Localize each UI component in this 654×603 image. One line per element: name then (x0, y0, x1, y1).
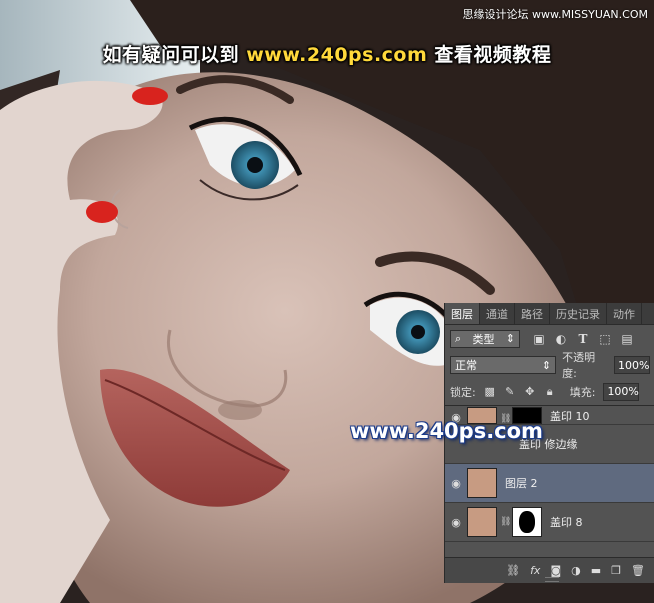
layer-name: 盖印 10 (550, 410, 590, 423)
visibility-icon[interactable]: ◉ (445, 477, 467, 490)
lock-label: 锁定: (450, 385, 476, 399)
fx-icon[interactable]: fx (530, 564, 540, 577)
chevron-updown-icon: ⇕ (541, 358, 552, 372)
tab-paths[interactable]: 路径 (515, 303, 550, 324)
opacity-label: 不透明度: (562, 351, 596, 380)
lock-all-icon[interactable]: 🔒︎ (544, 385, 556, 399)
visibility-icon[interactable]: ◉ (445, 516, 467, 529)
filter-icons: ▣ ◐ T ⬚ ▤ (532, 332, 634, 346)
lock-brush-icon[interactable]: ✎ (504, 385, 516, 398)
layers-panel: 图层 通道 路径 历史记录 动作 ⌕ 类型 ⇕ ▣ ◐ T ⬚ ▤ 正常 ⇕ 不… (444, 303, 654, 583)
link-layers-icon[interactable]: ⛓ (506, 564, 520, 577)
tab-actions[interactable]: 动作 (607, 303, 642, 324)
banner-suffix: 查看视频教程 (434, 44, 552, 66)
delete-layer-icon[interactable]: 🗑︎ (631, 564, 645, 577)
blend-mode-value: 正常 (455, 359, 477, 372)
layers-bottom-bar: ⛓ fx ◙ ◑ ▬ ❐ 🗑︎ (445, 557, 654, 583)
layer-thumbnail (467, 468, 497, 498)
filter-kind-select[interactable]: ⌕ 类型 ⇕ (450, 329, 520, 348)
lock-row: 锁定: ▩ ✎ ✥ 🔒︎ 填充: 100% (445, 378, 654, 406)
opacity-input[interactable]: 100% (614, 356, 650, 374)
banner-url: www.240ps.com (246, 44, 428, 66)
blend-mode-select[interactable]: 正常 ⇕ (450, 356, 557, 374)
new-group-icon[interactable]: ▬ (591, 564, 601, 577)
layer-row[interactable]: ◉ 图层 2 (445, 464, 654, 503)
tab-layers[interactable]: 图层 (445, 303, 480, 324)
center-watermark: www.240ps.com (350, 419, 543, 443)
banner-prefix: 如有疑问可以到 (102, 44, 240, 66)
new-adjustment-icon[interactable]: ◑ (571, 564, 581, 577)
layer-thumbnail (467, 507, 497, 537)
lock-transparent-icon[interactable]: ▩ (484, 385, 496, 398)
filter-row: ⌕ 类型 ⇕ ▣ ◐ T ⬚ ▤ (445, 325, 654, 352)
add-mask-icon[interactable]: ◙ (550, 564, 561, 577)
blend-row: 正常 ⇕ 不透明度: 100% (445, 351, 654, 380)
smart-object-filter-icon[interactable]: ▤ (620, 332, 634, 346)
layer-row[interactable]: ◉ ⛓ 盖印 8 (445, 503, 654, 542)
type-filter-icon[interactable]: T (576, 332, 590, 346)
layer-name: 盖印 8 (550, 516, 583, 529)
chevron-updown-icon: ⇕ (505, 332, 515, 345)
resize-grip[interactable] (545, 577, 559, 582)
tab-history[interactable]: 历史记录 (550, 303, 607, 324)
fill-input[interactable]: 100% (603, 382, 640, 401)
adjustment-filter-icon[interactable]: ◐ (554, 332, 568, 346)
link-icon: ⛓ (500, 517, 512, 527)
image-filter-icon[interactable]: ▣ (532, 332, 546, 346)
new-layer-icon[interactable]: ❐ (611, 564, 621, 577)
shape-filter-icon[interactable]: ⬚ (598, 332, 612, 346)
layer-mask-thumbnail (512, 507, 542, 537)
tab-channels[interactable]: 通道 (480, 303, 515, 324)
tutorial-banner: 如有疑问可以到 www.240ps.com 查看视频教程 (0, 40, 654, 67)
panel-tabs: 图层 通道 路径 历史记录 动作 (445, 303, 654, 325)
filter-kind-label: 类型 (472, 332, 495, 346)
layer-name: 图层 2 (505, 477, 538, 490)
lock-move-icon[interactable]: ✥ (524, 385, 536, 398)
site-watermark: 思缘设计论坛 www.MISSYUAN.COM (462, 8, 648, 21)
search-icon: ⌕ (455, 331, 462, 345)
fill-label: 填充: (569, 385, 596, 399)
